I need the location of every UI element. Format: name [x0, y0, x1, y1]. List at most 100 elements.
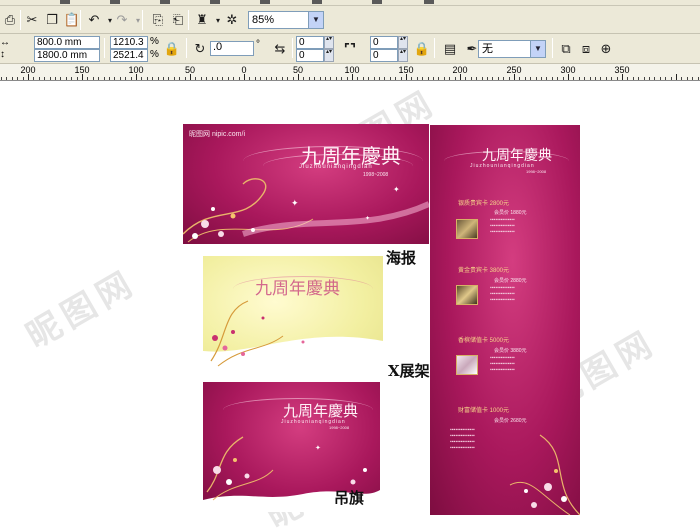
ruler-minor-tick — [411, 77, 413, 80]
copy-icon[interactable]: ❐ — [42, 10, 62, 30]
ruler-major-tick — [298, 74, 299, 80]
lock-corners-icon[interactable]: 🔒 — [412, 39, 432, 59]
menu-item-stub[interactable] — [312, 0, 322, 4]
print-icon[interactable]: ⎙ — [0, 10, 20, 30]
poster-design[interactable]: 昵图网 nipic.com/i 九周年慶典 Jiuzhounianqingdia… — [183, 124, 429, 244]
corner-bottom-left-field[interactable]: 0 — [296, 49, 324, 62]
ruler-minor-tick — [184, 77, 186, 80]
ruler-minor-tick — [49, 77, 51, 80]
ruler-minor-tick — [649, 77, 650, 80]
to-front-icon[interactable]: ⧉ — [556, 39, 576, 59]
convert-to-curves-icon[interactable]: ⊕ — [596, 39, 616, 59]
menu-item-stub[interactable] — [260, 0, 270, 4]
menu-item-stub[interactable] — [160, 0, 170, 4]
to-back-icon[interactable]: ⧈ — [576, 39, 596, 59]
corner-top-right-field[interactable]: 0 — [370, 36, 398, 49]
ruler-minor-tick — [595, 77, 596, 80]
ruler-minor-tick — [157, 77, 159, 80]
object-height-field[interactable]: 1800.0 mm — [34, 49, 100, 62]
ruler-minor-tick — [395, 77, 397, 80]
ruler-minor-tick — [319, 77, 321, 80]
ruler-minor-tick — [109, 77, 110, 80]
x-banner-item-price: 会员价 3880元 — [494, 348, 527, 354]
rotate-icon[interactable]: ↻ — [190, 39, 210, 59]
watermark: 昵图网 — [20, 263, 144, 356]
ruler-minor-tick — [449, 77, 451, 80]
ruler-minor-tick — [659, 77, 661, 80]
redo-dropdown-icon[interactable]: ▾ — [128, 10, 148, 30]
ruler-major-tick — [190, 74, 191, 80]
ruler-minor-tick — [65, 77, 67, 80]
scale-y-field[interactable]: 2521.4 — [110, 49, 148, 62]
ruler-minor-tick — [443, 77, 445, 80]
ruler-minor-tick — [611, 77, 613, 80]
menu-item-stub[interactable] — [372, 0, 382, 4]
ruler-minor-tick — [281, 77, 283, 80]
ruler-minor-tick — [427, 77, 429, 80]
ruler-minor-tick — [481, 77, 483, 80]
menu-item-stub[interactable] — [424, 0, 434, 4]
corner-top-left-field[interactable]: 0 — [296, 36, 324, 49]
percent-y-label: % — [150, 49, 159, 60]
ruler-major-tick — [406, 74, 407, 80]
ruler-minor-tick — [168, 77, 170, 80]
toolbar-separator — [188, 10, 189, 30]
horizontal-ruler[interactable]: 200 150 100 50 0 50 100 150 200 250 300 … — [0, 64, 700, 81]
ruler-minor-tick — [287, 77, 289, 80]
spinner-icon[interactable]: ▴▾ — [324, 49, 334, 62]
ruler-minor-tick — [438, 77, 440, 80]
ruler-minor-tick — [22, 77, 24, 80]
ruler-minor-tick — [379, 77, 380, 80]
scale-x-field[interactable]: 1210.3 — [110, 36, 148, 49]
ruler-major-tick — [28, 74, 29, 80]
menu-item-stub[interactable] — [60, 0, 70, 4]
x-banner-pinyin: Jiuzhounianqingdian — [470, 163, 535, 169]
ruler-minor-tick — [535, 77, 537, 80]
chevron-down-icon[interactable]: ▼ — [308, 12, 323, 28]
ruler-minor-tick — [470, 77, 472, 80]
chevron-down-icon[interactable]: ▼ — [530, 41, 545, 57]
coreldraw-window: ⎙ ✂ ❐ 📋 ↶ ▾ ↷ ▾ ⎘ ⎗ ♜ ▾ ✲ 85% ▼ ↔ ↕ 800.… — [0, 0, 700, 530]
spinner-icon[interactable]: ▴▾ — [398, 36, 408, 49]
svg-text:✦: ✦ — [365, 215, 370, 222]
corner-round-icon[interactable]: ⌜⌝ — [340, 39, 360, 59]
outline-width-select[interactable]: 无 ▼ — [478, 40, 546, 58]
toolbar-separator — [80, 10, 81, 30]
import-icon[interactable]: ⎘ — [148, 10, 168, 30]
width-arrow-icon: ↔ — [0, 37, 10, 48]
rotation-angle-field[interactable]: .0 — [210, 41, 254, 56]
drawing-canvas[interactable]: 昵图网 昵图网 昵图网 昵图网 昵图网 nipic.com/i 九周年慶典 Ji… — [0, 82, 700, 530]
wrap-text-icon[interactable]: ▤ — [440, 39, 460, 59]
ruler-minor-tick — [422, 77, 424, 80]
floral-ornament: ✦ ✦ ✦ — [183, 178, 429, 243]
cut-icon[interactable]: ✂ — [22, 10, 42, 30]
ruler-minor-tick — [357, 77, 359, 80]
ruler-minor-tick — [362, 77, 364, 80]
ruler-minor-tick — [497, 77, 499, 80]
export-icon[interactable]: ⎗ — [168, 10, 188, 30]
corner-bottom-right-field[interactable]: 0 — [370, 49, 398, 62]
zoom-level-select[interactable]: 85% ▼ — [248, 11, 324, 29]
lock-ratio-icon[interactable]: 🔒 — [162, 39, 182, 59]
ruler-minor-tick — [335, 77, 337, 80]
x-banner-caption: X展架 — [388, 362, 430, 380]
ruler-minor-tick — [211, 77, 213, 80]
x-banner-item-title: 银质贵宾卡 2800元 — [458, 201, 510, 207]
property-bar: ↔ ↕ 800.0 mm 1800.0 mm 1210.3 2521.4 % %… — [0, 34, 700, 64]
ruler-minor-tick — [92, 77, 94, 80]
ruler-minor-tick — [55, 77, 56, 80]
spinner-icon[interactable]: ▴▾ — [324, 36, 334, 49]
ruler-minor-tick — [254, 77, 256, 80]
ruler-minor-tick — [465, 77, 467, 80]
menu-item-stub[interactable] — [210, 0, 220, 4]
mirror-horizontal-icon[interactable]: ⇆ — [270, 39, 290, 59]
x-banner-design[interactable]: 九周年慶典 Jiuzhounianqingdian 1998~2008 银质贵宾… — [430, 125, 580, 515]
yellow-card-design[interactable]: 九周年慶典 — [203, 256, 383, 371]
corel-online-icon[interactable]: ✲ — [222, 10, 242, 30]
object-width-field[interactable]: 800.0 mm — [34, 36, 100, 49]
menu-item-stub[interactable] — [110, 0, 120, 4]
spinner-icon[interactable]: ▴▾ — [398, 49, 408, 62]
ruler-minor-tick — [384, 77, 386, 80]
ruler-major-tick — [352, 74, 353, 80]
paste-icon[interactable]: 📋 — [62, 10, 82, 30]
